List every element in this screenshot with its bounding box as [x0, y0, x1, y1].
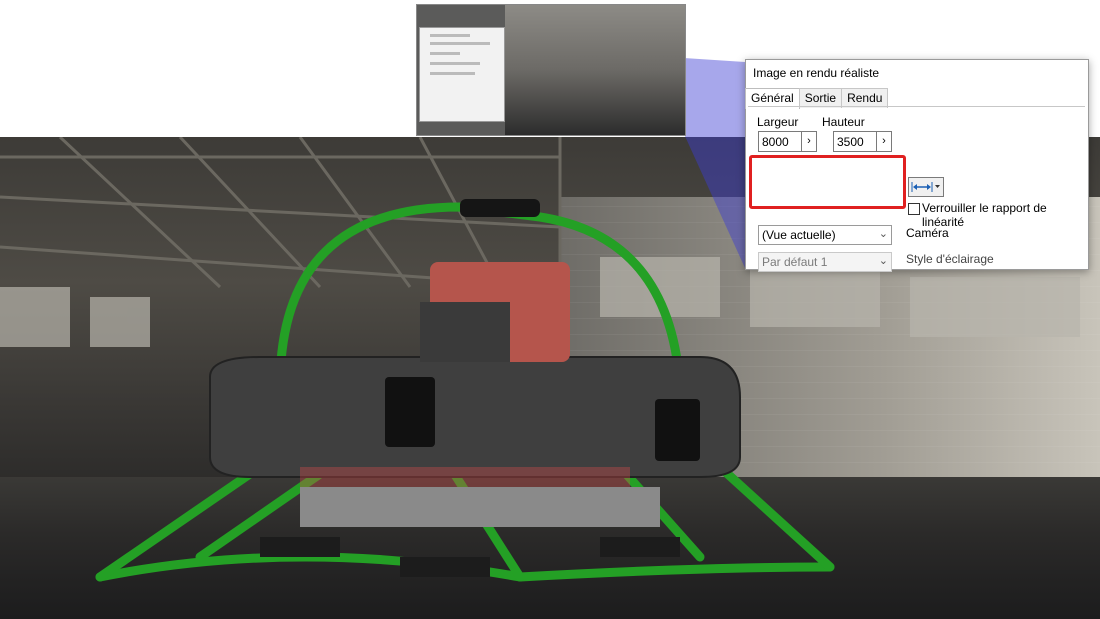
chevron-down-icon — [935, 185, 940, 188]
pump-housing — [420, 302, 510, 362]
overview-thumbnail — [416, 4, 686, 136]
width-value: 8000 — [762, 135, 789, 149]
body-window-left — [385, 377, 435, 447]
lock-ratio-label: Verrouiller le rapport de linéarité — [922, 201, 1047, 229]
dialog-tabs: Général Sortie Rendu — [745, 88, 889, 109]
horizontal-arrow-icon — [911, 182, 940, 192]
thumbnail-line — [430, 34, 470, 37]
ratio-button[interactable] — [908, 177, 944, 197]
chevron-down-icon: ⌄ — [878, 255, 888, 267]
height-value: 3500 — [837, 135, 864, 149]
thumbnail-dialog — [419, 27, 505, 122]
chevron-right-icon[interactable]: › — [876, 132, 891, 151]
underside-mechanics — [260, 487, 680, 577]
tab-panel-general: Largeur Hauteur 8000 › 3500 › Verrouille… — [748, 106, 1085, 272]
lock-ratio-checkbox[interactable] — [908, 203, 920, 215]
thumbnail-line — [430, 52, 460, 55]
tab-output[interactable]: Sortie — [798, 88, 843, 108]
dialog-title: Image en rendu réaliste — [753, 66, 880, 80]
realistic-render-dialog: Image en rendu réaliste Général Sortie R… — [745, 59, 1089, 272]
camera-select[interactable]: (Vue actuelle) ⌄ — [758, 225, 892, 245]
chevron-down-icon: ⌄ — [878, 228, 888, 240]
camera-label: Caméra — [906, 226, 949, 240]
thumbnail-render — [505, 5, 685, 135]
thumbnail-line — [430, 72, 475, 75]
lighting-label: Style d'éclairage — [906, 252, 994, 266]
height-field[interactable]: 3500 › — [833, 131, 892, 152]
thumbnail-line — [430, 62, 480, 65]
thumbnail-line — [430, 42, 490, 45]
width-field[interactable]: 8000 › — [758, 131, 817, 152]
camera-value: (Vue actuelle) — [762, 228, 836, 242]
tab-render[interactable]: Rendu — [841, 88, 889, 108]
lighting-value: Par défaut 1 — [762, 255, 828, 269]
height-label: Hauteur — [822, 115, 865, 129]
chevron-right-icon[interactable]: › — [801, 132, 816, 151]
handle-grip — [460, 199, 540, 217]
lighting-select[interactable]: Par défaut 1 ⌄ — [758, 252, 892, 272]
body-window-right — [655, 399, 700, 461]
size-highlight — [749, 155, 906, 209]
width-label: Largeur — [757, 115, 799, 129]
